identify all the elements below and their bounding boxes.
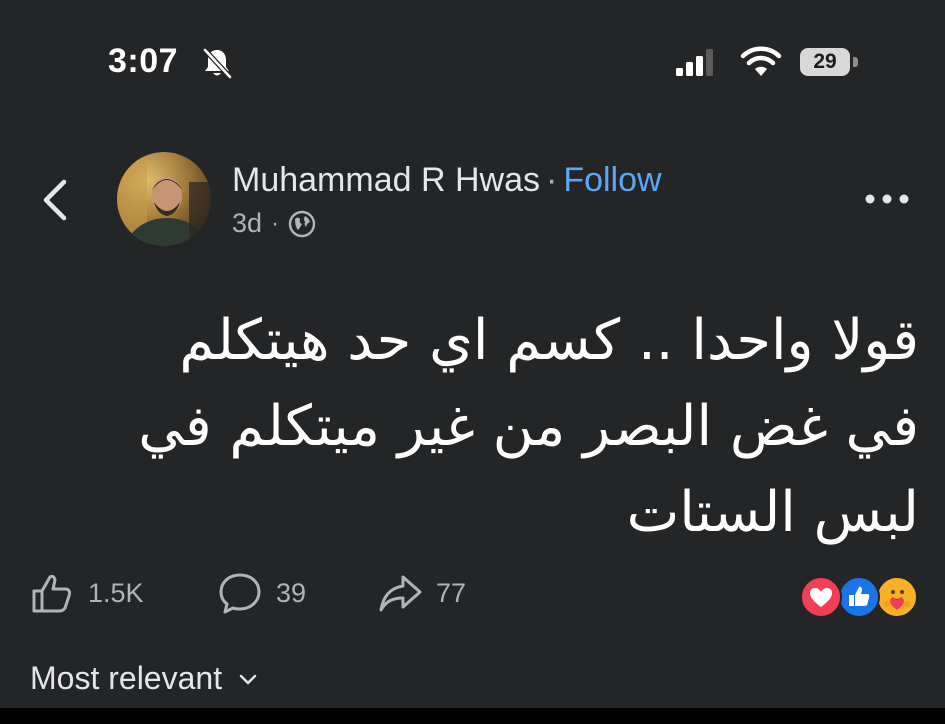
post-screen: 3:07 29 Muhammad R Hwas · Follow 3d · قو… — [0, 0, 945, 724]
bottom-edge — [0, 708, 945, 724]
post-text-line: في غض البصر من غير ميتكلم في — [138, 394, 919, 459]
meta-separator: · — [271, 209, 280, 237]
thumbs-up-icon — [32, 574, 72, 613]
share-count: 77 — [436, 577, 467, 608]
speech-bubble-icon — [219, 573, 261, 614]
like-reaction-icon — [838, 576, 880, 618]
sort-label: Most relevant — [30, 660, 223, 696]
status-time: 3:07 — [108, 42, 179, 80]
reactions-summary[interactable] — [800, 576, 920, 618]
care-reaction-icon — [876, 576, 918, 618]
cellular-signal-icon — [676, 49, 713, 76]
post-text-line: قولا واحدا .. كسم اي حد هيتكلم — [179, 308, 919, 373]
battery-level: 29 — [800, 48, 850, 76]
post-body: قولا واحدا .. كسم اي حد هيتكلم في غض الب… — [59, 298, 919, 556]
love-reaction-icon — [800, 576, 842, 618]
author-row: Muhammad R Hwas · Follow — [232, 161, 662, 200]
follow-button[interactable]: Follow — [563, 161, 661, 199]
post-age[interactable]: 3d — [232, 208, 262, 239]
comment-button[interactable]: 39 — [216, 568, 306, 618]
author-name[interactable]: Muhammad R Hwas — [232, 161, 540, 199]
post-meta: 3d · — [232, 208, 316, 239]
globe-icon — [288, 210, 316, 237]
battery-indicator: 29 — [800, 48, 858, 76]
wifi-icon — [740, 46, 782, 76]
more-dots-icon[interactable] — [862, 184, 912, 214]
name-separator: · — [545, 161, 558, 199]
bell-off-icon — [203, 48, 232, 79]
chevron-left-icon[interactable] — [36, 174, 76, 226]
like-count: 1.5K — [88, 577, 144, 608]
author-avatar[interactable] — [117, 152, 211, 246]
chevron-down-icon — [239, 674, 257, 684]
like-button[interactable]: 1.5K — [28, 568, 144, 618]
share-button[interactable]: 77 — [376, 568, 466, 618]
battery-tip — [853, 57, 858, 67]
post-text-line: لبس الستات — [626, 480, 919, 545]
avatar-photo — [117, 152, 211, 246]
comment-sort-dropdown[interactable]: Most relevant — [30, 660, 260, 697]
share-arrow-icon — [379, 575, 422, 612]
comment-count: 39 — [276, 577, 307, 608]
